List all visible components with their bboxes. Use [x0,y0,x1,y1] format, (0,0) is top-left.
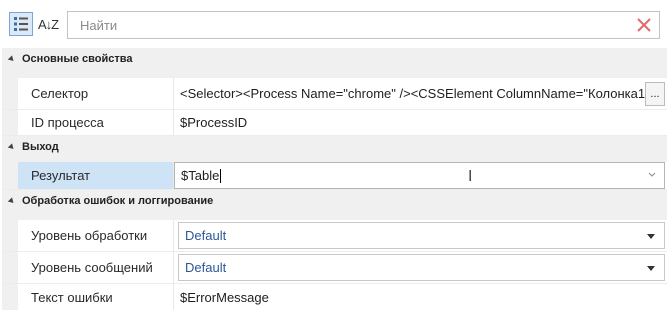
category-main-properties[interactable]: Основные свойства [2,48,667,69]
selector-edit-button[interactable]: ... [645,82,665,106]
dropdown-arrow-icon[interactable] [647,233,655,239]
property-grid: Основные свойства Селектор <Selector><Pr… [2,48,667,310]
ibeam-cursor-icon: I [468,167,473,185]
property-row-selector: Селектор <Selector><Process Name="chrome… [2,78,667,110]
row-gutter [2,220,18,251]
error-text-value: $ErrorMessage [180,289,269,305]
clear-search-button[interactable] [629,12,659,38]
category-spacer [2,69,667,78]
property-value-selector[interactable]: <Selector><Process Name="chrome" /><CSSE… [174,78,667,109]
categorized-view-button[interactable] [9,12,33,36]
property-value-message-level[interactable]: Default [174,252,667,283]
property-row-handling-level: Уровень обработки Default [2,220,667,252]
chevron-down-icon[interactable] [648,172,656,178]
category-spacer [2,211,667,220]
property-name-selector[interactable]: Селектор [18,78,174,109]
message-level-value: Default [185,260,227,275]
handling-level-value: Default [185,228,227,243]
close-icon [637,18,651,32]
property-value-process-id[interactable]: $ProcessID [174,110,667,135]
property-row-process-id: ID процесса $ProcessID [2,110,667,136]
collapse-triangle-icon[interactable] [7,143,16,152]
categorized-grid-icon [14,17,28,31]
handling-level-dropdown[interactable]: Default [178,222,665,249]
sort-alpha-icon: A↓Z [37,16,59,32]
property-name-result[interactable]: Результат [18,162,174,189]
result-value-text: $Table [181,168,220,183]
text-cursor [220,168,222,183]
search-input[interactable] [68,12,629,38]
category-label: Основные свойства [22,52,133,65]
property-row-message-level: Уровень сообщений Default [2,252,667,284]
search-box [67,11,660,39]
sort-alphabetical-button[interactable]: A↓Z [36,12,60,36]
property-value-error-text[interactable]: $ErrorMessage [174,284,667,310]
row-gutter [2,78,18,109]
property-name-message-level[interactable]: Уровень сообщений [18,252,174,283]
message-level-dropdown[interactable]: Default [178,254,665,281]
property-grid-toolbar: A↓Z [0,0,669,50]
category-label: Обработка ошибок и логгирование [22,194,214,207]
row-gutter [2,110,18,135]
property-grid-panel: A↓Z Основные свойства Селектор <Selector… [0,0,669,310]
property-name-handling-level[interactable]: Уровень обработки [18,220,174,251]
category-label: Выход [22,140,59,153]
row-gutter [2,252,18,283]
category-error-handling[interactable]: Обработка ошибок и логгирование [2,190,667,211]
property-value-result[interactable]: $Table I [174,162,667,189]
row-gutter [2,284,18,310]
property-row-result: Результат $Table I [2,162,667,190]
collapse-triangle-icon[interactable] [7,55,16,64]
property-value-handling-level[interactable]: Default [174,220,667,251]
row-gutter [2,162,18,189]
selector-value-text: <Selector><Process Name="chrome" /><CSSE… [180,86,650,101]
result-editor[interactable]: $Table [174,162,665,189]
collapse-triangle-icon[interactable] [7,197,16,206]
category-output[interactable]: Выход [2,136,667,157]
process-id-value-text: $ProcessID [180,115,248,130]
property-name-error-text[interactable]: Текст ошибки [18,284,174,310]
property-name-process-id[interactable]: ID процесса [18,110,174,135]
dropdown-arrow-icon[interactable] [647,265,655,271]
property-row-error-text: Текст ошибки $ErrorMessage [2,284,667,310]
